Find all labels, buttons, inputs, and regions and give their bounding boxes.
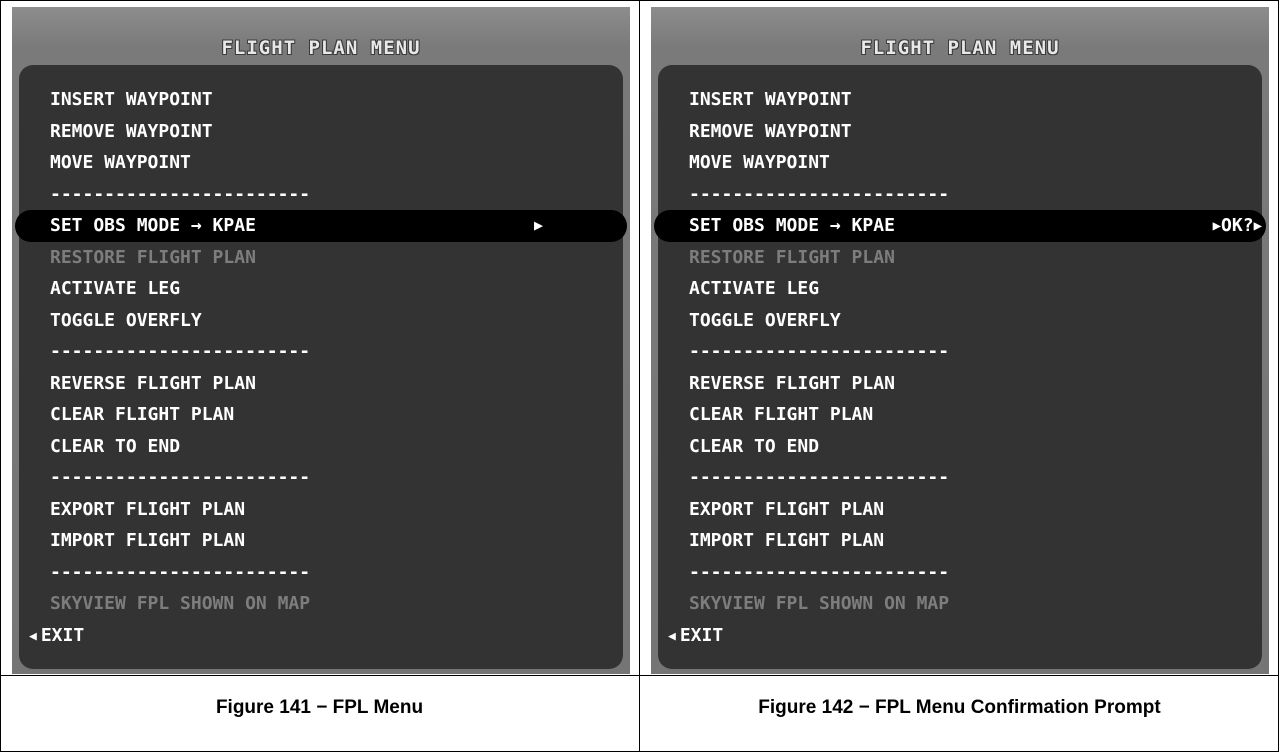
menu-item-label: RESTORE FLIGHT PLAN <box>50 246 256 268</box>
menu-item-exit[interactable]: ◀ EXIT <box>658 620 1262 652</box>
menu-item-label: MOVE WAYPOINT <box>689 152 830 173</box>
menu-item-label: ACTIVATE LEG <box>50 278 181 299</box>
menu-item-label: IMPORT FLIGHT PLAN <box>50 530 246 551</box>
menu-item-label: TOGGLE OVERFLY <box>689 309 841 331</box>
menu-item-reverse-flight-plan[interactable]: REVERSE FLIGHT PLAN <box>658 368 1262 400</box>
menu-item-label: REVERSE FLIGHT PLAN <box>50 372 256 394</box>
menu-list: INSERT WAYPOINT REMOVE WAYPOINT MOVE WAYPO… <box>654 84 1266 652</box>
menu-item-label: EXPORT FLIGHT PLAN <box>50 498 246 520</box>
menu-separator: ------------------------ <box>50 341 311 362</box>
menu-item-label: MOVE WAYPOINT <box>50 152 191 173</box>
menu-title: FLIGHT PLAN MENU <box>860 37 1060 59</box>
menu-item-activate-leg[interactable]: ACTIVATE LEG <box>19 273 623 305</box>
table-divider-horizontal <box>0 675 1279 676</box>
menu-box: INSERT WAYPOINT REMOVE WAYPOINT MOVE WAYPO… <box>654 65 1266 669</box>
right-arrow-icon: ▶ <box>1253 218 1262 234</box>
submenu-arrow-icon: ▶ <box>533 216 543 234</box>
menu-item-label: INSERT WAYPOINT <box>689 89 852 110</box>
menu-item-clear-to-end[interactable]: CLEAR TO END <box>658 431 1262 463</box>
menu-item-label: EXPORT FLIGHT PLAN <box>689 498 885 520</box>
menu-item-export-flight-plan[interactable]: EXPORT FLIGHT PLAN <box>658 494 1262 526</box>
menu-item-label: CLEAR FLIGHT PLAN <box>689 404 874 425</box>
menu-item-label: CLEAR FLIGHT PLAN <box>50 404 235 425</box>
right-arrow-icon: ▶ <box>1212 218 1222 234</box>
menu-item-label: SKYVIEW FPL SHOWN ON MAP <box>50 593 311 614</box>
menu-separator: ------------------------ <box>50 561 311 583</box>
left-arrow-icon: ◀ <box>29 628 37 644</box>
menu-item-exit[interactable]: ◀ EXIT <box>19 620 623 652</box>
menu-item-toggle-overfly[interactable]: TOGGLE OVERFLY <box>19 305 623 337</box>
menu-title: FLIGHT PLAN MENU <box>221 37 421 59</box>
menu-item-clear-to-end[interactable]: CLEAR TO END <box>19 431 623 463</box>
menu-item-remove-waypoint[interactable]: REMOVE WAYPOINT <box>658 116 1262 148</box>
menu-item-label: IMPORT FLIGHT PLAN <box>689 530 885 551</box>
menu-item-import-flight-plan[interactable]: IMPORT FLIGHT PLAN <box>658 525 1262 557</box>
menu-item-reverse-flight-plan[interactable]: REVERSE FLIGHT PLAN <box>19 368 623 400</box>
menu-item-clear-flight-plan[interactable]: CLEAR FLIGHT PLAN <box>19 399 623 431</box>
menu-item-label: REVERSE FLIGHT PLAN <box>689 372 895 394</box>
menu-item-label: REMOVE WAYPOINT <box>689 120 852 142</box>
menu-item-remove-waypoint[interactable]: REMOVE WAYPOINT <box>19 116 623 148</box>
menu-item-move-waypoint[interactable]: MOVE WAYPOINT <box>658 147 1262 179</box>
menu-item-activate-leg[interactable]: ACTIVATE LEG <box>658 273 1262 305</box>
menu-separator: ------------------------ <box>50 467 311 488</box>
menu-item-insert-waypoint[interactable]: INSERT WAYPOINT <box>19 84 623 116</box>
menu-item-insert-waypoint[interactable]: INSERT WAYPOINT <box>658 84 1262 116</box>
menu-item-set-obs-mode-kpae[interactable]: SET OBS MODE → KPAE ▶ <box>15 210 627 242</box>
menu-item-label: TOGGLE OVERFLY <box>50 309 202 331</box>
menu-item-restore-flight-plan: RESTORE FLIGHT PLAN <box>19 242 623 274</box>
menu-item-label: INSERT WAYPOINT <box>50 89 213 110</box>
figure-caption: Figure 142 − FPL Menu Confirmation Promp… <box>758 697 1161 718</box>
menu-item-label: SET OBS MODE → KPAE <box>689 215 895 236</box>
menu-item-label: CLEAR TO END <box>689 435 820 457</box>
table-divider-vertical <box>639 0 640 752</box>
menu-item-skyview-fpl-shown-on-map: SKYVIEW FPL SHOWN ON MAP <box>658 588 1262 620</box>
left-arrow-icon: ◀ <box>668 628 676 644</box>
menu-item-export-flight-plan[interactable]: EXPORT FLIGHT PLAN <box>19 494 623 526</box>
menu-item-label: EXIT <box>679 624 724 646</box>
confirm-prompt[interactable]: ▶OK?▶ <box>1213 210 1262 243</box>
menu-item-label: EXIT <box>40 624 85 646</box>
menu-item-clear-flight-plan[interactable]: CLEAR FLIGHT PLAN <box>658 399 1262 431</box>
menu-item-label: RESTORE FLIGHT PLAN <box>689 246 895 268</box>
fpl-menu-panel: FLIGHT PLAN MENU INSERT WAYPOINT REMOVE W… <box>12 7 630 674</box>
menu-item-restore-flight-plan: RESTORE FLIGHT PLAN <box>658 242 1262 274</box>
menu-item-label: SKYVIEW FPL SHOWN ON MAP <box>689 593 950 614</box>
menu-item-skyview-fpl-shown-on-map: SKYVIEW FPL SHOWN ON MAP <box>19 588 623 620</box>
menu-list: INSERT WAYPOINT REMOVE WAYPOINT MOVE WAYPO… <box>15 84 627 652</box>
menu-box: INSERT WAYPOINT REMOVE WAYPOINT MOVE WAYPO… <box>15 65 627 669</box>
menu-item-label: CLEAR TO END <box>50 435 181 457</box>
menu-separator: ------------------------ <box>689 561 950 583</box>
menu-separator: ------------------------ <box>689 183 950 205</box>
menu-separator: ------------------------ <box>689 467 950 488</box>
figure-caption: Figure 141 − FPL Menu <box>215 697 424 718</box>
menu-separator: ------------------------ <box>689 341 950 362</box>
menu-item-import-flight-plan[interactable]: IMPORT FLIGHT PLAN <box>19 525 623 557</box>
fpl-menu-confirm-panel: FLIGHT PLAN MENU INSERT WAYPOINT REMOVE W… <box>651 7 1269 674</box>
menu-item-label: SET OBS MODE → KPAE <box>50 215 256 236</box>
menu-item-set-obs-mode-kpae[interactable]: SET OBS MODE → KPAE ▶OK?▶ <box>654 210 1266 242</box>
confirm-label: OK? <box>1221 215 1254 236</box>
menu-item-move-waypoint[interactable]: MOVE WAYPOINT <box>19 147 623 179</box>
menu-item-toggle-overfly[interactable]: TOGGLE OVERFLY <box>658 305 1262 337</box>
menu-item-label: REMOVE WAYPOINT <box>50 120 213 142</box>
menu-item-label: ACTIVATE LEG <box>689 278 820 299</box>
menu-separator: ------------------------ <box>50 183 311 205</box>
